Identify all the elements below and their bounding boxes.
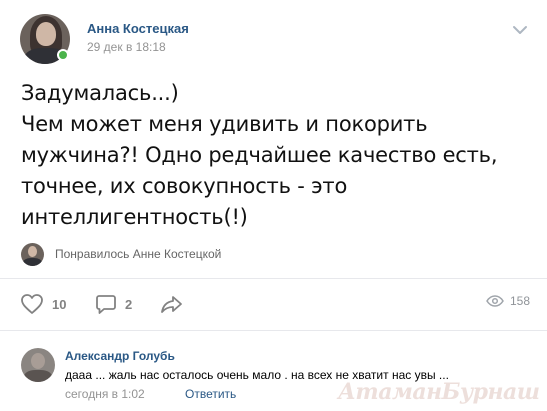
chevron-down-icon[interactable] xyxy=(512,24,528,36)
comment-button[interactable]: 2 xyxy=(95,292,132,316)
views-counter: 158 xyxy=(486,294,530,308)
comment-author-avatar[interactable] xyxy=(21,348,55,382)
views-count: 158 xyxy=(510,294,531,308)
post-text-line: интеллигентность(!) xyxy=(21,205,248,229)
post-text-line: Задумалась...) xyxy=(21,81,179,105)
share-arrow-icon xyxy=(161,296,182,313)
post-author-name[interactable]: Анна Костецкая xyxy=(87,21,189,36)
divider xyxy=(0,330,547,331)
avatar-body xyxy=(24,370,52,382)
comments-count: 2 xyxy=(125,296,133,312)
avatar-face xyxy=(28,246,37,257)
online-indicator xyxy=(57,49,69,61)
avatar-face xyxy=(36,22,56,46)
share-button[interactable] xyxy=(160,292,184,316)
reply-button[interactable]: Ответить xyxy=(185,387,236,401)
eye-icon xyxy=(486,295,504,307)
post-card: Анна Костецкая 29 дек в 18:18 Задумалась… xyxy=(0,0,547,411)
post-text-line: мужчина?! Одно редчайшее качество есть, xyxy=(21,143,498,167)
post-text: Задумалась...) Чем может меня удивить и … xyxy=(21,78,531,233)
liked-by-text: Понравилось Анне Костецкой xyxy=(55,247,222,261)
avatar-body xyxy=(23,258,42,266)
heart-outline-icon xyxy=(21,294,43,314)
like-button[interactable]: 10 xyxy=(20,292,66,316)
comment-date[interactable]: сегодня в 1:02 xyxy=(65,387,145,401)
speech-bubble-icon xyxy=(96,295,116,314)
liker-avatar xyxy=(21,243,44,266)
post-text-line: Чем может меня удивить и покорить xyxy=(21,112,428,136)
divider xyxy=(0,278,547,279)
watermark: АтаманБурнаш для ЯП xyxy=(338,379,547,405)
post-text-line: точнее, их совокупность - это xyxy=(21,174,348,198)
comment-author-name[interactable]: Александр Голубь xyxy=(65,349,175,363)
likes-count: 10 xyxy=(52,296,67,312)
post-date[interactable]: 29 дек в 18:18 xyxy=(87,40,166,54)
avatar-face xyxy=(31,353,45,369)
